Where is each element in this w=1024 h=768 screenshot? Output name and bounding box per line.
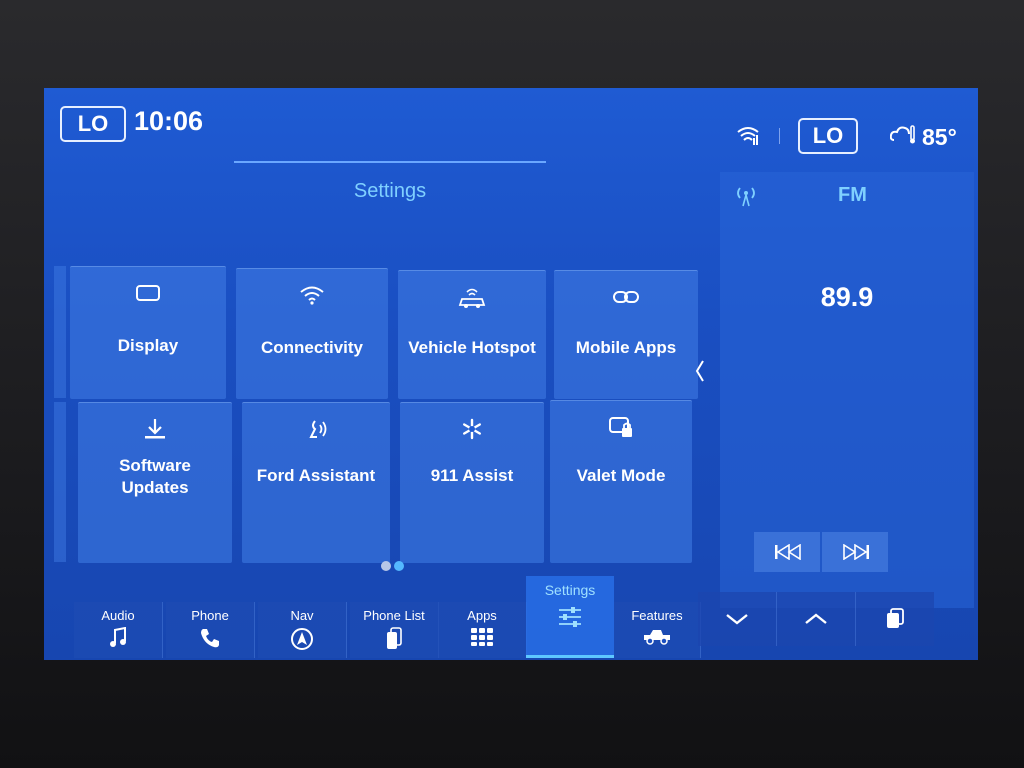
settings-title: Settings (353, 180, 427, 202)
tile-vehicle-hotspot[interactable]: Vehicle Hotspot (398, 270, 546, 399)
copy-screens-icon (887, 608, 904, 628)
expand-button[interactable] (777, 592, 856, 646)
tile-label: Ford Assistant (256, 466, 376, 485)
seek-back-button[interactable] (754, 532, 820, 572)
bottom-nav: Audio Phone Nav Phone List Apps Settings… (74, 576, 701, 658)
wifi-icon (300, 286, 324, 305)
tile-ford-assistant[interactable]: Ford Assistant (242, 402, 390, 563)
status-bar: LO 10:06 LO 85° (44, 88, 978, 158)
assistant-icon (309, 420, 327, 438)
download-icon (145, 419, 165, 439)
page-dot[interactable] (381, 561, 391, 571)
settings-sliders-icon (559, 607, 581, 627)
display-icon (136, 285, 160, 301)
wireless-charging-icon (737, 127, 759, 145)
nav-label: Audio (101, 608, 135, 623)
valet-lock-icon (609, 417, 632, 437)
tile-911-assist[interactable]: 911 Assist (400, 402, 544, 563)
tile-label: Display (117, 336, 179, 355)
tile-software-updates[interactable]: Software Updates (78, 402, 232, 563)
infotainment-screen: LO 10:06 LO 85° Settings Display Connect… (44, 88, 978, 660)
chevron-left-icon[interactable] (692, 358, 708, 384)
radio-band: FM (838, 184, 867, 206)
nav-settings[interactable]: Settings (526, 576, 614, 658)
phone-icon (201, 629, 219, 648)
tile-display[interactable]: Display (70, 266, 226, 399)
vehicle-hotspot-icon (458, 288, 486, 308)
truck-icon (644, 630, 670, 645)
nav-phone[interactable]: Phone (166, 602, 255, 658)
radio-panel[interactable]: FM 89.9 (720, 172, 974, 608)
tile-label: Mobile Apps (575, 338, 677, 357)
antenna-icon (737, 187, 755, 207)
passenger-temp-setting[interactable]: LO (798, 118, 858, 154)
nav-label: Apps (467, 608, 497, 623)
seek-forward-icon (843, 544, 869, 560)
previous-page-tile-edge (54, 266, 66, 398)
seek-forward-button[interactable] (822, 532, 888, 572)
tile-mobile-apps[interactable]: Mobile Apps (554, 270, 698, 399)
driver-temp-setting[interactable]: LO (60, 106, 126, 142)
status-divider (779, 128, 780, 144)
nav-label: Phone List (363, 608, 425, 623)
apps-grid-icon (471, 628, 493, 646)
radio-frequency: 89.9 (820, 282, 874, 312)
page-dot-active[interactable] (394, 561, 404, 571)
tile-valet-mode[interactable]: Valet Mode (550, 400, 692, 563)
nav-label: Phone (191, 608, 229, 623)
chevron-down-icon (726, 614, 748, 625)
tile-connectivity[interactable]: Connectivity (236, 268, 388, 399)
tile-label: Software (119, 456, 191, 475)
music-note-icon (110, 626, 126, 647)
nav-nav[interactable]: Nav (258, 602, 347, 658)
nav-label: Features (631, 608, 683, 623)
tile-label: 911 Assist (430, 466, 514, 485)
nav-features[interactable]: Features (614, 602, 701, 658)
collapse-button[interactable] (698, 592, 777, 646)
link-icon (613, 291, 639, 303)
nav-label: Nav (290, 608, 314, 623)
tile-label: Updates (121, 478, 189, 497)
page-indicator (381, 558, 407, 576)
phone-list-icon (387, 627, 402, 649)
nav-label: Settings (544, 582, 596, 598)
nav-audio[interactable]: Audio (74, 602, 163, 658)
clock: 10:06 (134, 106, 204, 136)
screens-button[interactable] (856, 592, 934, 646)
seek-back-icon (775, 544, 801, 560)
navigation-icon (291, 628, 313, 650)
nav-phone-list[interactable]: Phone List (350, 602, 439, 658)
previous-page-tile-edge (54, 402, 66, 562)
tile-label: Vehicle Hotspot (408, 338, 536, 357)
emergency-icon (462, 418, 481, 440)
panel-indicator-line (234, 161, 546, 163)
nav-apps[interactable]: Apps (438, 602, 527, 658)
tile-label: Connectivity (260, 338, 364, 357)
chevron-up-icon (805, 613, 827, 624)
active-tab-indicator (526, 655, 614, 658)
outside-temperature: 85° (922, 124, 957, 150)
tile-label: Valet Mode (576, 466, 666, 485)
weather-icon (890, 125, 915, 144)
